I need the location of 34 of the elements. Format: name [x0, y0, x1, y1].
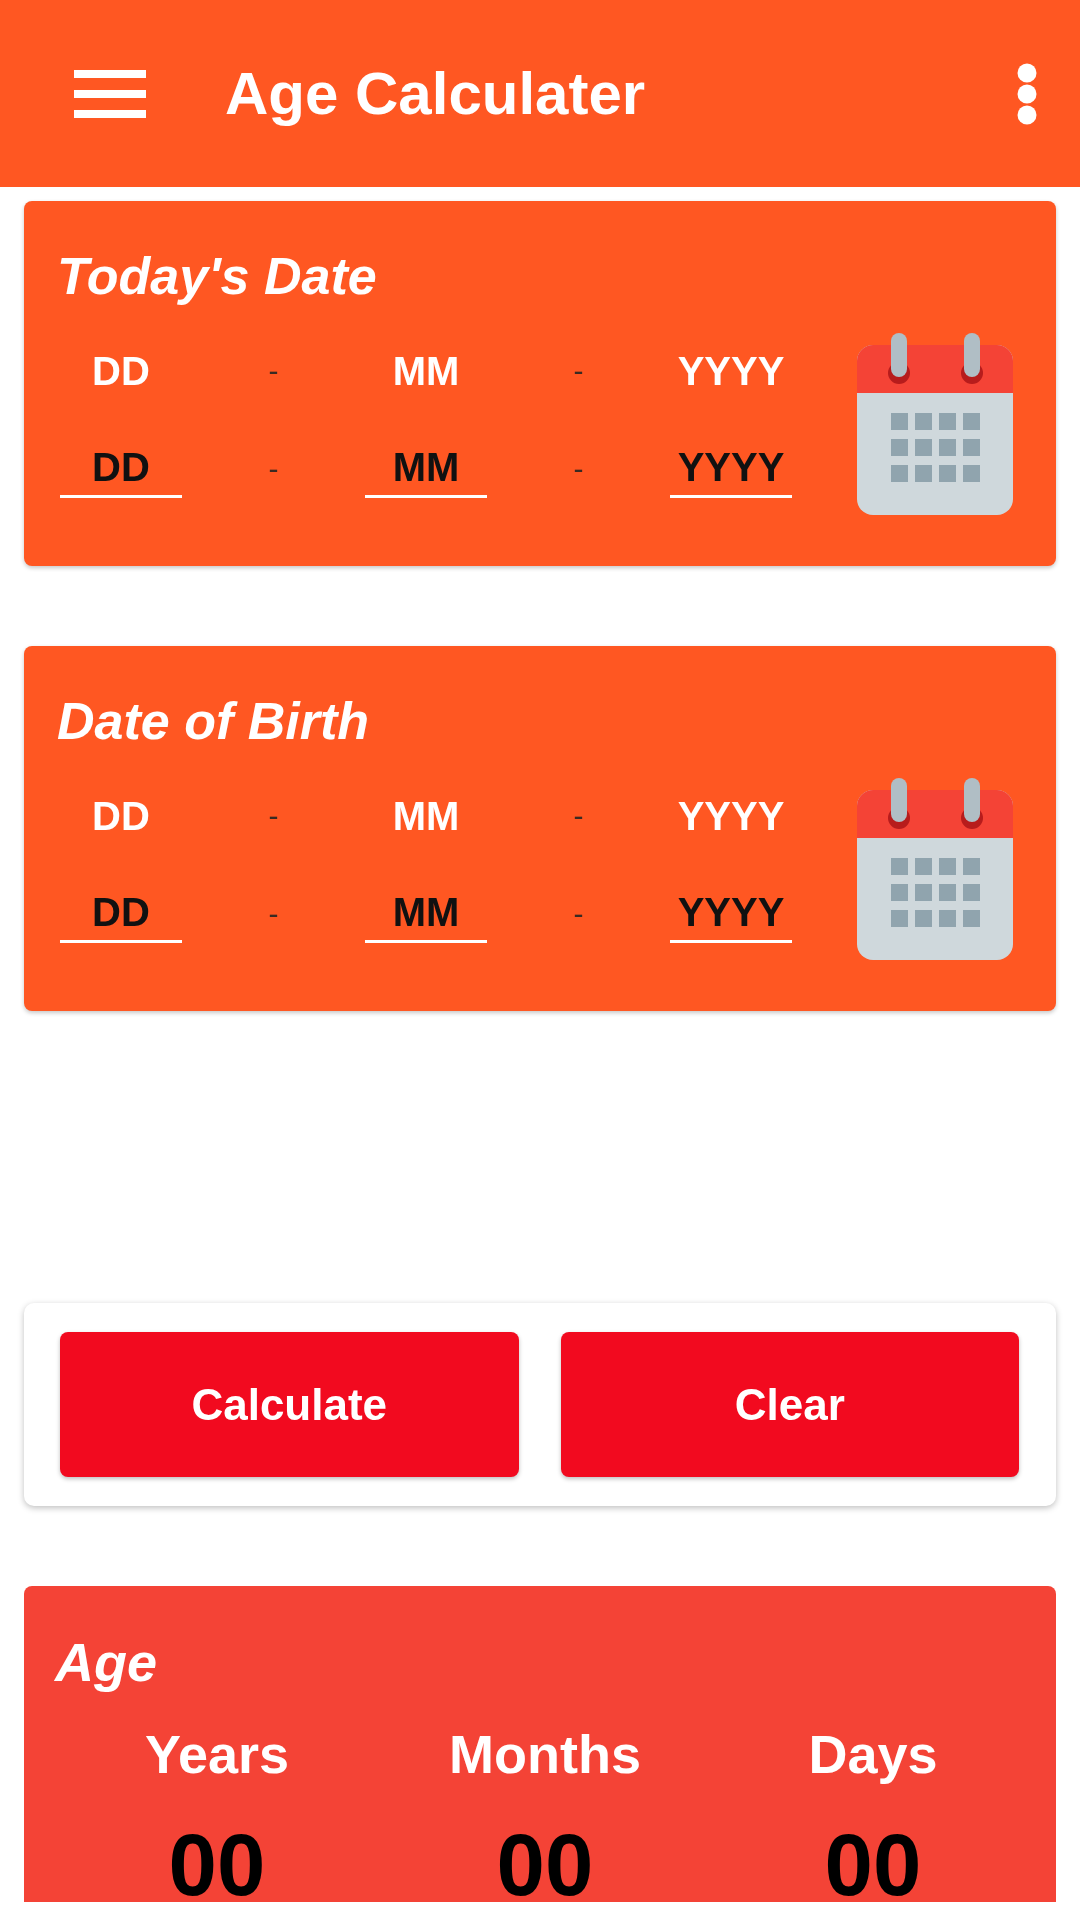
calendar-icon[interactable]	[857, 333, 1013, 515]
date-input-field[interactable]: DD	[60, 439, 182, 498]
field-label: DD	[92, 350, 150, 391]
dash-separator: -	[268, 352, 279, 389]
card-title: Today's Date	[57, 249, 378, 303]
card-title: Date of Birth	[57, 694, 370, 748]
app-title: Age Calculater	[225, 63, 647, 124]
result-value: 00	[496, 1830, 594, 1900]
dash-separator: -	[268, 797, 279, 834]
field-label: YYYY	[677, 350, 785, 391]
result-value: 00	[168, 1830, 266, 1900]
dash-separator: -	[573, 352, 584, 389]
field-label: YYYY	[677, 795, 785, 836]
clear-button[interactable]: Clear	[560, 1332, 1019, 1477]
dash-separator: -	[573, 797, 584, 834]
more-options-icon[interactable]	[1017, 62, 1037, 125]
dash-separator: -	[268, 450, 279, 487]
date-input-field[interactable]: YYYY	[670, 884, 792, 943]
dash-separator: -	[573, 450, 584, 487]
unit-label: Years	[144, 1727, 290, 1781]
unit-label: Months	[449, 1727, 641, 1781]
field-label: MM	[392, 350, 460, 391]
field-label: MM	[392, 795, 460, 836]
date-input-field[interactable]: MM	[365, 884, 487, 943]
result-value: 00	[824, 1830, 922, 1900]
menu-icon[interactable]	[74, 69, 146, 118]
field-label: DD	[92, 795, 150, 836]
date-input-field[interactable]: MM	[365, 439, 487, 498]
date-input-field[interactable]: DD	[60, 884, 182, 943]
calculate-button[interactable]: Calculate	[60, 1332, 519, 1477]
date-input-field[interactable]: YYYY	[670, 439, 792, 498]
calendar-icon[interactable]	[857, 778, 1013, 960]
dash-separator: -	[268, 895, 279, 932]
dash-separator: -	[573, 895, 584, 932]
